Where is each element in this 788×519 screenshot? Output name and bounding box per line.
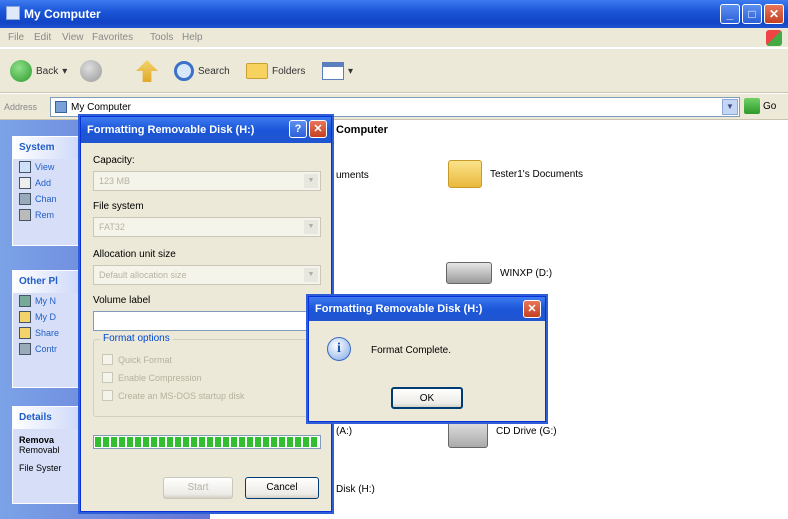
info-icon: i bbox=[327, 337, 351, 361]
ok-button[interactable]: OK bbox=[391, 387, 463, 409]
back-arrow-icon bbox=[10, 60, 32, 82]
address-input[interactable]: My Computer ▼ bbox=[50, 97, 740, 117]
address-dropdown[interactable]: ▼ bbox=[722, 99, 738, 115]
content-section-header: Computer bbox=[336, 124, 388, 136]
minimize-button[interactable]: _ bbox=[720, 4, 740, 24]
format-options-group: Format options Quick Format Enable Compr… bbox=[93, 333, 321, 417]
window-titlebar[interactable]: My Computer _ □ ✕ bbox=[0, 0, 788, 28]
start-button[interactable]: Start bbox=[163, 477, 233, 499]
tester-documents-item[interactable]: Tester1's Documents bbox=[448, 160, 583, 188]
windows-flag-icon bbox=[766, 30, 782, 46]
forward-button[interactable] bbox=[80, 57, 102, 85]
address-label: Address bbox=[4, 102, 38, 112]
capacity-select[interactable]: 123 MB ▼ bbox=[93, 171, 321, 191]
views-icon bbox=[322, 62, 344, 80]
help-button[interactable]: ? bbox=[289, 120, 307, 138]
format-dialog: Formatting Removable Disk (H:) ? ✕ Capac… bbox=[80, 116, 332, 512]
close-button[interactable]: ✕ bbox=[764, 4, 784, 24]
allocation-size-select[interactable]: Default allocation size ▼ bbox=[93, 265, 321, 285]
menu-view[interactable]: View bbox=[62, 32, 84, 43]
search-button[interactable]: Search bbox=[174, 57, 230, 85]
back-button[interactable]: Back ▾ bbox=[10, 57, 67, 85]
up-button[interactable] bbox=[136, 57, 158, 85]
menu-bar: File Edit View Favorites Tools Help bbox=[0, 28, 788, 48]
up-folder-icon bbox=[136, 60, 158, 82]
chevron-down-icon: ▼ bbox=[304, 174, 318, 188]
forward-arrow-icon bbox=[80, 60, 102, 82]
removable-disk-item[interactable]: Disk (H:) bbox=[336, 484, 375, 495]
computer-icon bbox=[6, 6, 20, 20]
progress-fill bbox=[95, 437, 319, 447]
search-icon bbox=[174, 61, 194, 81]
format-complete-message: Format Complete. bbox=[371, 345, 452, 356]
go-button[interactable]: Go bbox=[744, 98, 776, 114]
folder-icon bbox=[448, 160, 482, 188]
ms-dos-startup-checkbox[interactable]: Create an MS-DOS startup disk bbox=[102, 390, 245, 401]
menu-file[interactable]: File bbox=[8, 32, 24, 43]
menu-help[interactable]: Help bbox=[182, 32, 203, 43]
chevron-down-icon: ▼ bbox=[304, 220, 318, 234]
folders-icon bbox=[246, 63, 268, 79]
winxp-drive-item[interactable]: WINXP (D:) bbox=[446, 262, 552, 284]
menu-tools[interactable]: Tools bbox=[150, 32, 173, 43]
format-complete-titlebar[interactable]: Formatting Removable Disk (H:) ✕ bbox=[309, 297, 545, 321]
format-progress-bar bbox=[93, 435, 321, 449]
folders-button[interactable]: Folders bbox=[246, 57, 305, 85]
file-system-select[interactable]: FAT32 ▼ bbox=[93, 217, 321, 237]
quick-format-checkbox[interactable]: Quick Format bbox=[102, 354, 172, 365]
format-complete-dialog: Formatting Removable Disk (H:) ✕ i Forma… bbox=[308, 296, 546, 422]
chevron-down-icon: ▼ bbox=[304, 268, 318, 282]
my-computer-icon bbox=[55, 101, 67, 113]
views-button[interactable]: ▾ bbox=[322, 57, 353, 85]
floppy-drive-item[interactable]: (A:) bbox=[336, 426, 352, 437]
cancel-button[interactable]: Cancel bbox=[245, 477, 319, 499]
menu-edit[interactable]: Edit bbox=[34, 32, 51, 43]
toolbar: Back ▾ Search Folders ▾ bbox=[0, 49, 788, 93]
volume-label-label: Volume label bbox=[93, 295, 151, 306]
file-system-label: File system bbox=[93, 201, 144, 212]
hard-drive-icon bbox=[446, 262, 492, 284]
maximize-button[interactable]: □ bbox=[742, 4, 762, 24]
format-dialog-titlebar[interactable]: Formatting Removable Disk (H:) ? ✕ bbox=[81, 117, 331, 143]
window-title: My Computer bbox=[24, 7, 101, 21]
capacity-label: Capacity: bbox=[93, 155, 135, 166]
format-options-title: Format options bbox=[100, 333, 173, 344]
my-computer-window: My Computer _ □ ✕ File Edit View Favorit… bbox=[0, 0, 788, 519]
format-dialog-close-button[interactable]: ✕ bbox=[309, 120, 327, 138]
shared-documents-item[interactable]: uments bbox=[336, 170, 369, 181]
enable-compression-checkbox[interactable]: Enable Compression bbox=[102, 372, 202, 383]
allocation-size-label: Allocation unit size bbox=[93, 249, 176, 260]
go-arrow-icon bbox=[744, 98, 760, 114]
menu-favorites[interactable]: Favorites bbox=[92, 32, 133, 43]
complete-dialog-close-button[interactable]: ✕ bbox=[523, 300, 541, 318]
volume-label-input[interactable] bbox=[93, 311, 321, 331]
